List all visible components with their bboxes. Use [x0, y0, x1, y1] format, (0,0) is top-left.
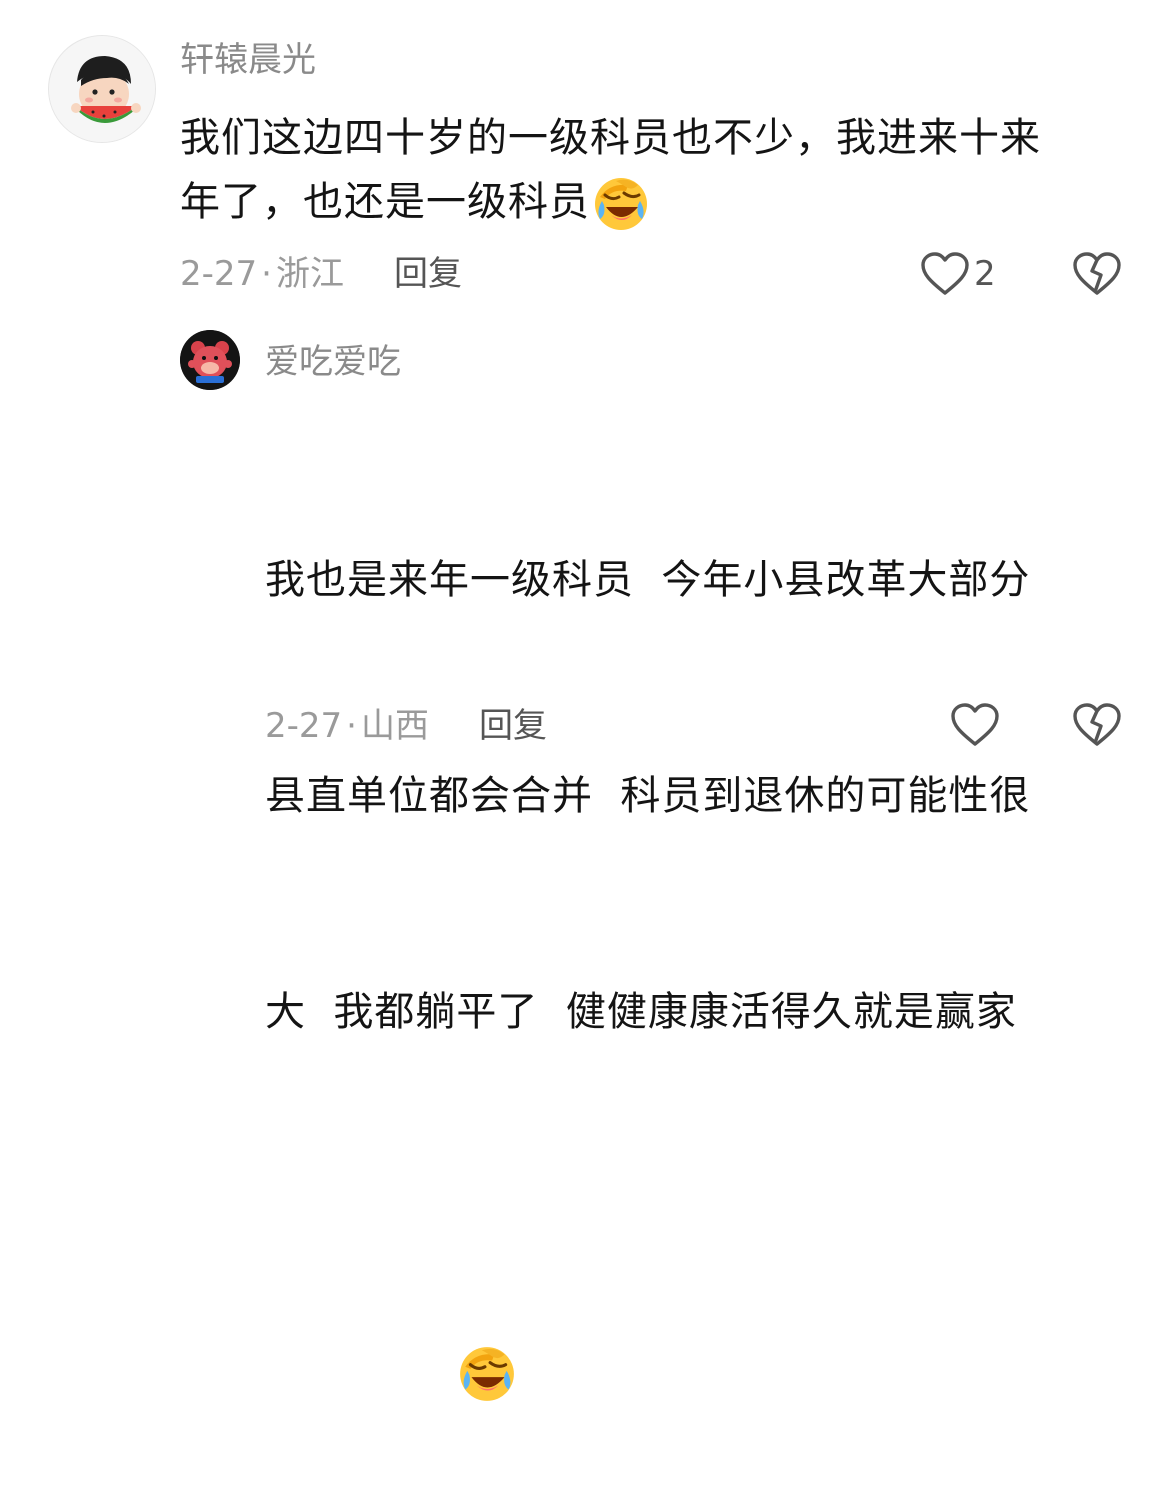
like-button[interactable]: 2: [920, 250, 996, 298]
like-count: 2: [974, 254, 996, 294]
heart-icon: [920, 251, 970, 297]
meta-dot: ·: [261, 254, 272, 294]
username[interactable]: 轩辕晨光: [180, 38, 316, 82]
dislike-broken-heart-icon[interactable]: [1072, 702, 1122, 748]
comment-text-segment: 年了，也还是一级科员: [180, 179, 590, 225]
avatar-strawberry-bear-image: [180, 330, 240, 390]
comment-text: 我也是来年一级科员 今年小县改革大部分 县直单位都会合并 科员到退休的可能性很 …: [265, 400, 1145, 1408]
comment-text-line: [265, 1192, 1145, 1401]
reply-comment-item: 爱吃爱吃 我也是来年一级科员 今年小县改革大部分 县直单位都会合并 科员到退休的…: [0, 310, 1170, 1401]
avatar-child-watermelon-image: [49, 36, 155, 142]
comment-date: 2-27: [180, 254, 258, 294]
heart-icon[interactable]: [950, 702, 1000, 748]
dislike-broken-heart-icon[interactable]: [1072, 251, 1122, 297]
comment-text-line: 大 我都躺平了 健健康康活得久就是赢家: [265, 989, 1017, 1035]
comment-meta: 2-27 · 山西 回复: [265, 704, 547, 748]
comment-text-line: 我也是来年一级科员 今年小县改革大部分: [265, 557, 1031, 603]
laughing-crying-emoji-icon: [592, 175, 650, 233]
comment-text-line: 年了，也还是一级科员: [180, 170, 1140, 234]
comment-text-line: 我们这边四十岁的一级科员也不少，我进来十来: [180, 115, 1041, 161]
meta-dot: ·: [346, 706, 357, 746]
laughing-crying-emoji-icon: [347, 1272, 514, 1401]
reply-button[interactable]: 回复: [479, 704, 547, 748]
avatar[interactable]: [48, 35, 156, 143]
comment-text-line: 县直单位都会合并 科员到退休的可能性很: [265, 773, 1031, 819]
comment-location: 浙江: [275, 254, 344, 294]
avatar[interactable]: [180, 330, 240, 390]
reply-button[interactable]: 回复: [394, 252, 462, 296]
username[interactable]: 爱吃爱吃: [265, 340, 401, 384]
comment-text: 我们这边四十岁的一级科员也不少，我进来十来 年了，也还是一级科员: [180, 106, 1140, 234]
comment-item: 轩辕晨光 我们这边四十岁的一级科员也不少，我进来十来 年了，也还是一级科员 2-…: [0, 0, 1170, 310]
comment-location: 山西: [360, 706, 429, 746]
comment-date: 2-27: [265, 706, 343, 746]
comment-meta: 2-27 · 浙江 回复: [180, 252, 462, 296]
